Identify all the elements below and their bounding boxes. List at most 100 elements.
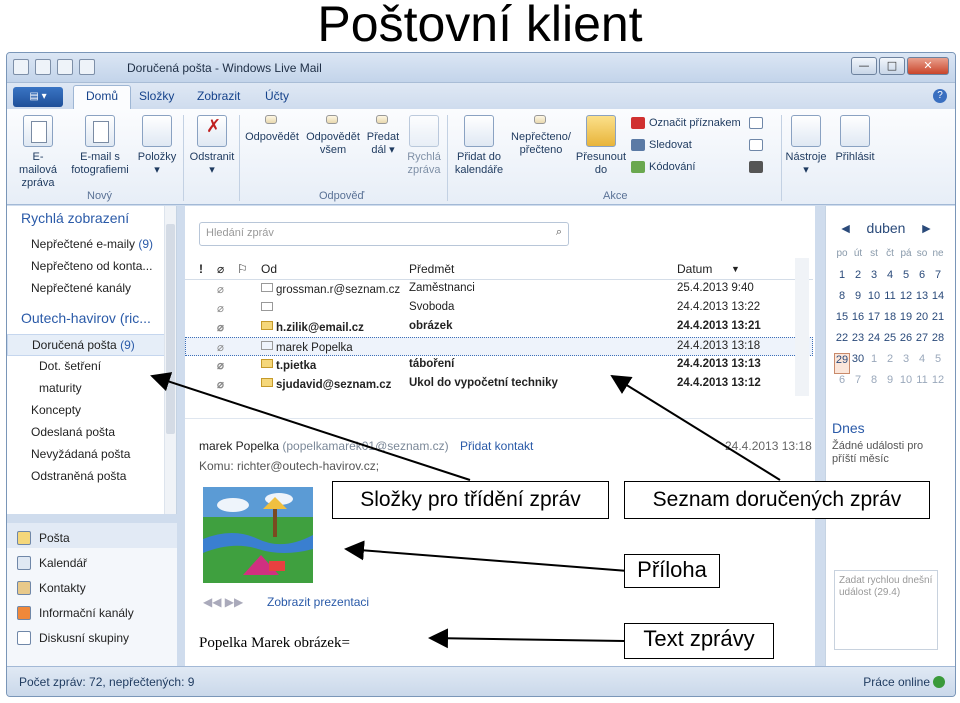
tools-button[interactable]: Nástroje ▾ [783,115,829,177]
tab-folders[interactable]: Složky [139,89,174,103]
folder-junk[interactable]: Nevyžádaná pošta [7,444,176,466]
column-date[interactable]: Datum [677,262,712,276]
folder-scrollbar[interactable] [164,206,176,514]
show-presentation-link[interactable]: Zobrazit prezentaci [267,595,369,609]
nav-feeds[interactable]: Informační kanály [7,598,177,623]
calendar-day[interactable]: 3 [898,353,914,374]
app-menu-button[interactable]: ▤ ▾ [13,87,63,107]
delete-button[interactable]: Odstranit▾ [187,115,237,177]
calendar-day[interactable]: 20 [914,311,930,332]
folder-inbox[interactable]: Doručená pošta (9) [7,334,176,356]
copy-button[interactable] [749,117,763,129]
calendar-day[interactable]: 2 [850,269,866,290]
message-row[interactable]: ⌀ t.pietka táboření 24.4.2013 13:13 [185,356,813,375]
minimize-button[interactable]: — [851,57,877,75]
paste-button[interactable] [749,139,763,151]
calendar-day[interactable]: 15 [834,311,850,332]
nav-contacts[interactable]: Kontakty [7,573,177,598]
attachment-thumbnail[interactable] [203,487,313,583]
column-subject[interactable]: Předmět [409,262,454,276]
slideshow-nav-arrows[interactable]: ◀◀ ▶▶ [203,595,243,609]
tab-view[interactable]: Zobrazit [197,89,240,103]
calendar-day[interactable]: 9 [882,374,898,395]
calendar-day[interactable]: 9 [850,290,866,311]
calendar-day[interactable]: 13 [914,290,930,311]
calendar-day[interactable]: 30 [850,353,866,374]
calendar-day[interactable]: 11 [882,290,898,311]
account-heading[interactable]: Outech-havirov (ric... [7,300,176,334]
add-contact-link[interactable]: Přidat kontakt [460,439,533,453]
new-items-button[interactable]: Položky ▾ [135,115,179,177]
calendar-day[interactable]: 17 [866,311,882,332]
tab-home[interactable]: Domů [73,85,132,109]
quick-view-unread-contacts[interactable]: Nepřečteno od konta... [7,256,176,278]
previous-month-icon[interactable]: ◄ [839,220,853,236]
calendar-day[interactable]: 4 [914,353,930,374]
quick-event-input[interactable]: Zadat rychlou dnešní událost (29.4) [834,570,938,650]
calendar-day[interactable]: 4 [882,269,898,290]
calendar-day[interactable]: 8 [834,290,850,311]
flag-button[interactable]: Označit příznakem [631,117,741,129]
reply-all-button[interactable]: Odpovědět všem [305,115,361,157]
calendar-day[interactable]: 14 [930,290,946,311]
calendar-day[interactable]: 11 [914,374,930,395]
calendar-day[interactable]: 23 [850,332,866,353]
importance-column-icon[interactable]: ! [199,262,203,276]
message-row[interactable]: ⌀ sjudavid@seznam.cz Ukol do vypočetní t… [185,375,813,394]
instant-message-button[interactable]: Rychlá zpráva [405,115,443,177]
calendar-day[interactable]: 18 [882,311,898,332]
calendar-day[interactable]: 6 [834,374,850,395]
add-to-calendar-button[interactable]: Přidat do kalendáře [451,115,507,177]
folder-inquiries[interactable]: Dot. šetření [7,356,176,378]
calendar-day[interactable]: 7 [930,269,946,290]
calendar-day[interactable]: 6 [914,269,930,290]
new-icon[interactable] [35,59,51,75]
message-row-selected[interactable]: ⌀ marek Popelka 24.4.2013 13:18 [185,337,813,356]
calendar-day[interactable]: 1 [834,269,850,290]
new-email-button[interactable]: E-mailová zpráva [15,115,61,190]
move-to-button[interactable]: Přesunout do [575,115,627,177]
calendar-day[interactable]: 25 [882,332,898,353]
calendar-day[interactable]: 28 [930,332,946,353]
calendar-day[interactable]: 26 [898,332,914,353]
tab-accounts[interactable]: Účty [265,89,289,103]
folder-sent[interactable]: Odeslaná pošta [7,422,176,444]
column-from[interactable]: Od [261,262,277,276]
calendar-day[interactable]: 12 [930,374,946,395]
calendar-day[interactable]: 5 [930,353,946,374]
folder-maturity[interactable]: maturity [7,378,176,400]
folder-drafts[interactable]: Koncepty [7,400,176,422]
calendar-day[interactable]: 8 [866,374,882,395]
reply-icon[interactable] [57,59,73,75]
nav-calendar[interactable]: Kalendář [7,548,177,573]
nav-mail[interactable]: Pošta [7,523,177,548]
maximize-button[interactable]: □ [879,57,905,75]
calendar-day[interactable]: 21 [930,311,946,332]
calendar-day[interactable]: 19 [898,311,914,332]
watch-button[interactable]: Sledovat [631,139,692,151]
encoding-button[interactable]: Kódování [631,161,695,173]
calendar-day[interactable]: 7 [850,374,866,395]
photo-email-button[interactable]: E-mail s fotografiemi [67,115,133,177]
quick-views-heading[interactable]: Rychlá zobrazení [7,206,176,234]
nav-newsgroups[interactable]: Diskusní skupiny [7,623,177,648]
scrollbar-thumb[interactable] [166,224,175,434]
calendar-day[interactable]: 29 [834,353,850,374]
calendar-day[interactable]: 1 [866,353,882,374]
search-input[interactable]: Hledání zpráv ⌕ [199,222,569,246]
help-icon[interactable]: ? [933,89,947,103]
online-status[interactable]: Práce online [863,675,945,689]
close-button[interactable]: ✕ [907,57,949,75]
search-icon[interactable]: ⌕ [556,226,562,239]
sort-arrow-icon[interactable]: ▼ [731,264,740,274]
message-list-scrollbar[interactable] [795,258,809,396]
forward-button[interactable]: Předat dál ▾ [363,115,403,157]
calendar-day[interactable]: 10 [866,290,882,311]
calendar-day[interactable]: 10 [898,374,914,395]
find-button[interactable] [749,161,763,173]
unread-read-button[interactable]: Nepřečteno/přečteno [509,115,573,157]
calendar-day[interactable]: 12 [898,290,914,311]
send-receive-icon[interactable] [79,59,95,75]
calendar-day[interactable]: 3 [866,269,882,290]
calendar-day[interactable]: 16 [850,311,866,332]
